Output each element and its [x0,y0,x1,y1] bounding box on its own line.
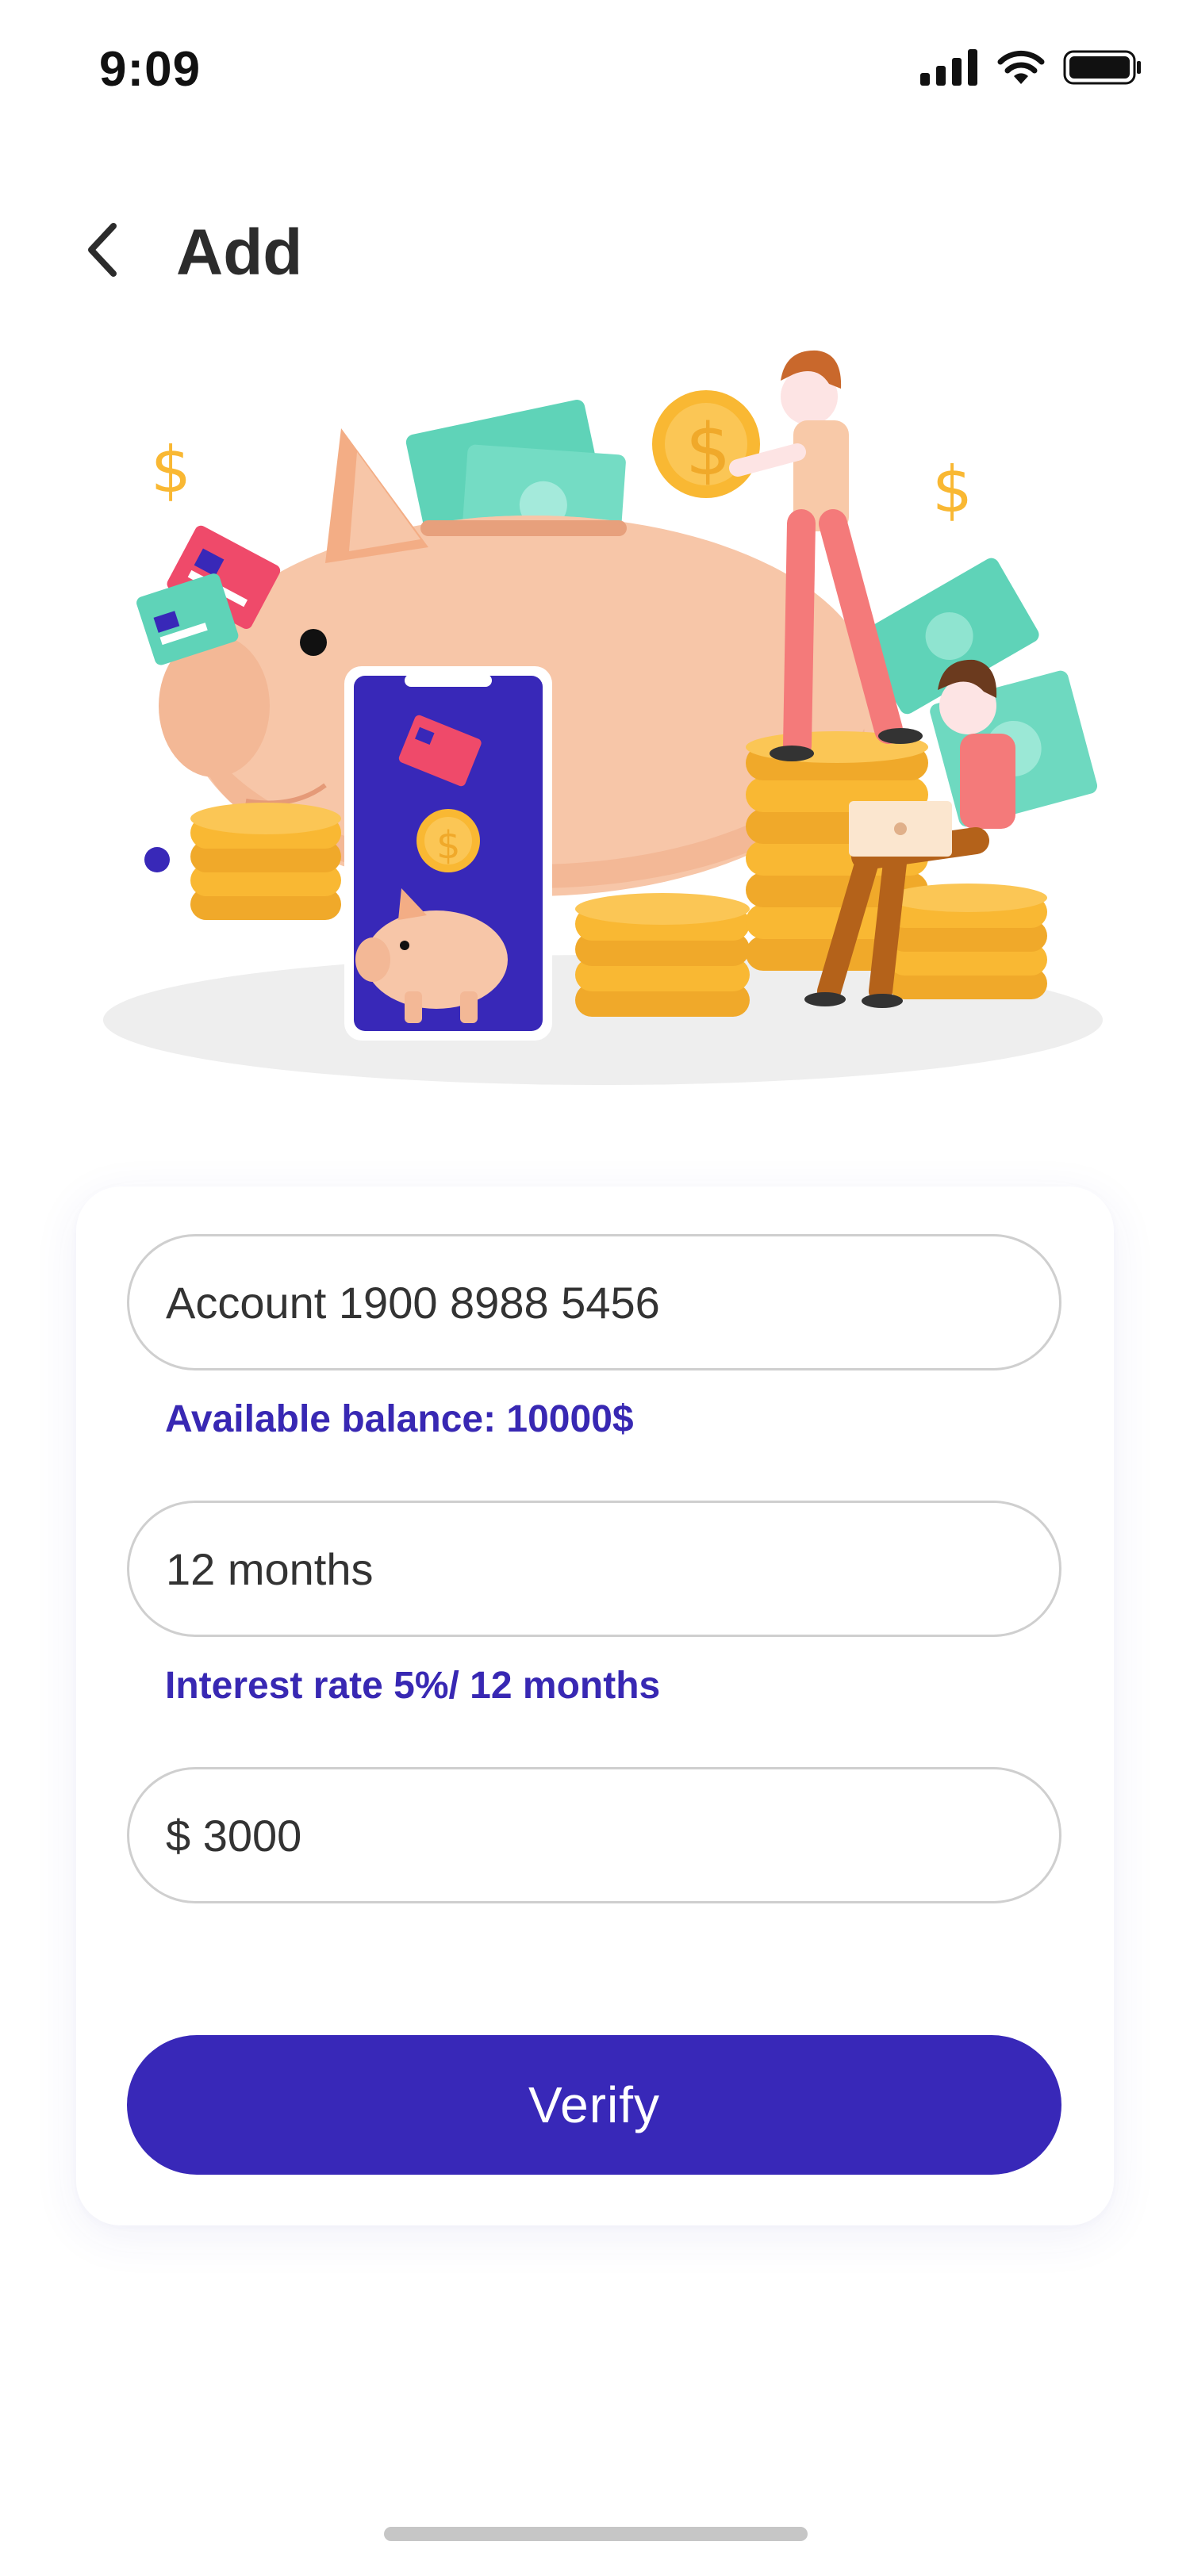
savings-form-card: Account 1900 8988 5456 Available balance… [76,1186,1114,2225]
wifi-icon [997,50,1045,84]
chevron-left-icon [88,223,117,277]
svg-text:$: $ [932,453,973,527]
amount-input[interactable]: $ 3000 [127,1767,1061,1903]
available-balance-text: Available balance: 10000$ [165,1398,634,1440]
status-time: 9:09 [99,42,202,97]
verify-button[interactable]: Verify [127,2035,1061,2175]
page-title: Add [176,217,303,289]
cellular-signal-icon [920,49,977,86]
back-button[interactable] [71,218,135,282]
status-bar: 9:09 [0,0,1190,143]
battery-icon [1063,50,1141,85]
home-indicator [384,2527,808,2541]
svg-text:$: $ [685,408,731,492]
svg-text:$: $ [151,433,191,507]
svg-text:$: $ [436,823,461,868]
savings-illustration: $ $ $ $ [103,350,1103,1085]
hero-illustration: $ $ $ $ [87,333,1119,1094]
header: Add [0,198,1190,301]
interest-rate-text: Interest rate 5%/ 12 months [165,1665,661,1707]
term-select-field[interactable]: 12 months [127,1501,1061,1637]
status-icons [920,49,1142,86]
account-select-field[interactable]: Account 1900 8988 5456 [127,1234,1061,1370]
